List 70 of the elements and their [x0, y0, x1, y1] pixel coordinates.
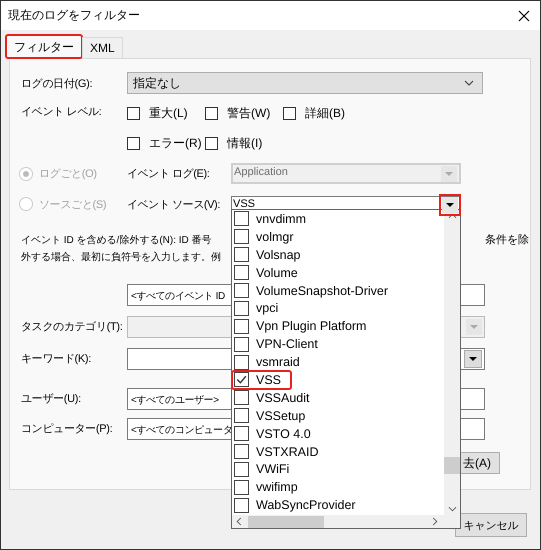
description-text: イベント ID を含める/除外する(N): ID 番号 [21, 234, 213, 248]
window-title: 現在のログをフィルター [8, 7, 140, 24]
description-text: 外する場合、最初に負符号を入力します。例 [21, 250, 222, 265]
list-item[interactable]: vwifimp [232, 478, 308, 496]
field-label: タスクのカテゴリ(T): [21, 320, 124, 334]
checkbox[interactable] [234, 480, 249, 495]
list-item[interactable]: VWiFi [232, 460, 300, 478]
checkbox[interactable] [234, 444, 249, 460]
checkbox[interactable] [234, 336, 249, 352]
field-label: イベント ソース(V): [127, 198, 221, 212]
list-item[interactable]: Vpn Plugin Platform [232, 317, 376, 336]
checkbox[interactable] [205, 106, 218, 120]
checkbox[interactable] [234, 265, 249, 280]
list-item[interactable]: Volsnap [232, 246, 310, 264]
scroll-thumb[interactable] [248, 516, 324, 528]
checkbox-option[interactable]: 警告(W) [205, 104, 283, 122]
tab[interactable]: フィルター [6, 35, 82, 58]
checkbox[interactable] [234, 462, 249, 477]
field-label: イベント レベル: [21, 105, 102, 119]
vertical-scrollbar[interactable] [444, 210, 460, 515]
scroll-up-icon[interactable] [448, 213, 456, 219]
list-item[interactable]: VolumeSnapshot-Driver [232, 282, 398, 300]
checkbox[interactable] [234, 498, 249, 513]
list-item[interactable]: volmgr [232, 228, 304, 246]
list-item[interactable]: Volume [232, 264, 308, 282]
checkbox-option[interactable]: 情報(I) [205, 134, 283, 152]
checkbox-option[interactable]: エラー(R) [127, 134, 205, 152]
checkbox[interactable] [234, 247, 249, 262]
list-item[interactable]: vpci [232, 299, 288, 318]
checkbox-option[interactable]: 重大(L) [127, 104, 205, 122]
list-item[interactable]: VPN-Client [232, 335, 328, 354]
date-dropdown[interactable]: 指定なし [127, 72, 483, 94]
field-label: コンピューター(P): [21, 422, 114, 436]
checkbox[interactable] [234, 354, 249, 370]
checkbox[interactable] [234, 283, 249, 298]
checkbox[interactable] [205, 136, 218, 150]
tab[interactable]: XML [82, 37, 123, 58]
scroll-left-icon[interactable] [236, 517, 242, 526]
scroll-right-icon[interactable] [432, 517, 438, 526]
cancel-button[interactable]: キャンセル [455, 513, 527, 537]
checkbox[interactable] [283, 106, 296, 120]
field-label: ログの日付(G): [21, 77, 94, 91]
scroll-down-icon[interactable] [448, 506, 456, 512]
list-item[interactable]: VSS [232, 371, 292, 389]
checkbox[interactable] [234, 390, 249, 406]
checkbox[interactable] [234, 300, 249, 316]
scroll-thumb[interactable] [444, 457, 460, 474]
list-item[interactable]: VSTXRAID [232, 442, 329, 460]
chevron-icon [464, 80, 474, 86]
list-item[interactable]: vnvdimm [232, 210, 316, 228]
checkbox[interactable] [127, 106, 140, 120]
checkbox[interactable] [234, 372, 249, 388]
field-label: ユーザー(U): [21, 392, 82, 406]
list-item[interactable]: WabSyncProvider [232, 496, 366, 514]
checkbox-option[interactable]: 詳細(B) [283, 104, 361, 122]
horizontal-scrollbar[interactable] [232, 515, 460, 528]
close-icon[interactable] [518, 10, 530, 22]
checkbox[interactable] [234, 318, 249, 334]
list-item[interactable]: VSTO 4.0 [232, 424, 321, 443]
checkbox[interactable] [234, 229, 249, 244]
checkbox[interactable] [234, 426, 249, 442]
list-item[interactable]: VSSetup [232, 406, 316, 425]
field-label: イベント ログ(E): [127, 167, 210, 181]
list-item[interactable]: vsmraid [232, 353, 310, 372]
checkbox[interactable] [234, 408, 249, 424]
list-item[interactable]: VSSAudit [232, 388, 320, 407]
checkbox[interactable] [127, 136, 140, 150]
description-text: 条件を除 [485, 233, 529, 248]
checkbox[interactable] [234, 211, 249, 226]
field-label: キーワード(K): [21, 352, 92, 366]
